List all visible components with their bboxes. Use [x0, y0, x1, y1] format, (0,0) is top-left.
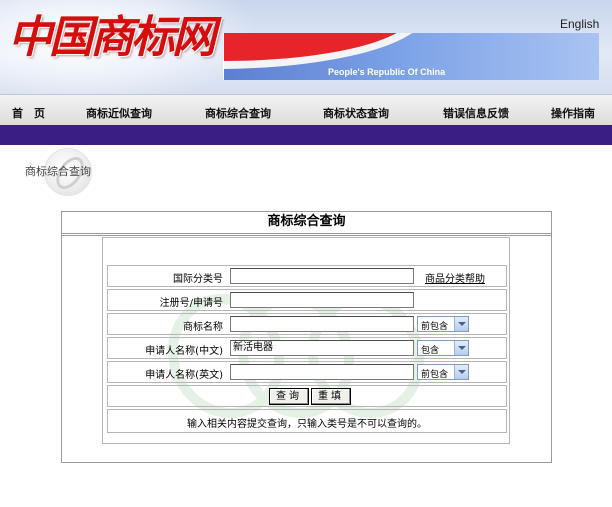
applicant-en-input[interactable]	[230, 364, 414, 380]
divider	[62, 235, 551, 236]
applicant-en-label: 申请人名称(英文)	[145, 370, 223, 381]
search-button[interactable]: 查询	[269, 388, 309, 405]
nav-item-guide[interactable]: 操作指南	[551, 105, 595, 121]
form-row-class-number: 国际分类号 商品分类帮助	[107, 265, 507, 287]
english-link[interactable]: English	[560, 17, 599, 31]
registration-number-label: 注册号/申请号	[159, 298, 223, 309]
reset-button[interactable]: 重填	[311, 388, 351, 405]
search-panel-title: 商标综合查询	[62, 212, 551, 234]
search-panel: 商标综合查询 国际分类号 商品分类帮助 注册号/申请号 商标名称 前包含 申请人…	[61, 211, 552, 463]
search-form: 国际分类号 商品分类帮助 注册号/申请号 商标名称 前包含 申请人名称(中文) …	[102, 237, 510, 444]
main-nav: 首 页 商标近似查询 商标综合查询 商标状态查询 错误信息反馈 操作指南	[0, 94, 612, 125]
form-row-hint: 输入相关内容提交查询，只输入类号是不可以查询的。	[107, 409, 507, 433]
applicant-cn-input[interactable]: 新活电器	[230, 340, 414, 356]
trademark-name-input[interactable]	[230, 316, 414, 332]
flag-banner: People's Republic Of China	[223, 33, 599, 80]
form-row-applicant-cn: 申请人名称(中文) 新活电器 包含	[107, 337, 507, 359]
form-row-trademark-name: 商标名称 前包含	[107, 313, 507, 335]
nav-item-status-search[interactable]: 商标状态查询	[323, 105, 389, 121]
trademark-name-match-value: 前包含	[421, 322, 449, 332]
applicant-cn-label: 申请人名称(中文)	[145, 346, 223, 357]
chevron-down-icon[interactable]	[454, 365, 468, 379]
trademark-name-match-select[interactable]: 前包含	[417, 316, 469, 332]
registration-number-input[interactable]	[230, 292, 414, 308]
site-logo[interactable]: 中国商标网	[8, 8, 216, 68]
chevron-down-icon[interactable]	[454, 317, 468, 331]
applicant-en-match-value: 前包含	[421, 370, 449, 380]
applicant-cn-match-value: 包含	[421, 346, 440, 356]
form-row-buttons: 查询 重填	[107, 385, 507, 407]
nav-item-similar-search[interactable]: 商标近似查询	[86, 105, 152, 121]
form-row-registration-number: 注册号/申请号	[107, 289, 507, 311]
class-help-link[interactable]: 商品分类帮助	[425, 270, 485, 285]
flag-caption: People's Republic Of China	[328, 67, 446, 77]
section-title: 商标综合查询	[25, 165, 91, 178]
nav-color-bar	[0, 125, 612, 145]
nav-item-home[interactable]: 首 页	[12, 105, 45, 121]
trademark-name-label: 商标名称	[183, 322, 223, 333]
class-number-input[interactable]	[230, 268, 414, 284]
nav-item-comprehensive-search[interactable]: 商标综合查询	[205, 105, 271, 121]
header-banner: 中国商标网 English People's Republic Of China	[0, 0, 612, 94]
form-row-applicant-en: 申请人名称(英文) 前包含	[107, 361, 507, 383]
search-hint: 输入相关内容提交查询，只输入类号是不可以查询的。	[187, 419, 427, 430]
applicant-cn-match-select[interactable]: 包含	[417, 340, 469, 356]
class-number-label: 国际分类号	[173, 274, 223, 285]
chevron-down-icon[interactable]	[454, 341, 468, 355]
nav-item-error-feedback[interactable]: 错误信息反馈	[443, 105, 509, 121]
applicant-en-match-select[interactable]: 前包含	[417, 364, 469, 380]
